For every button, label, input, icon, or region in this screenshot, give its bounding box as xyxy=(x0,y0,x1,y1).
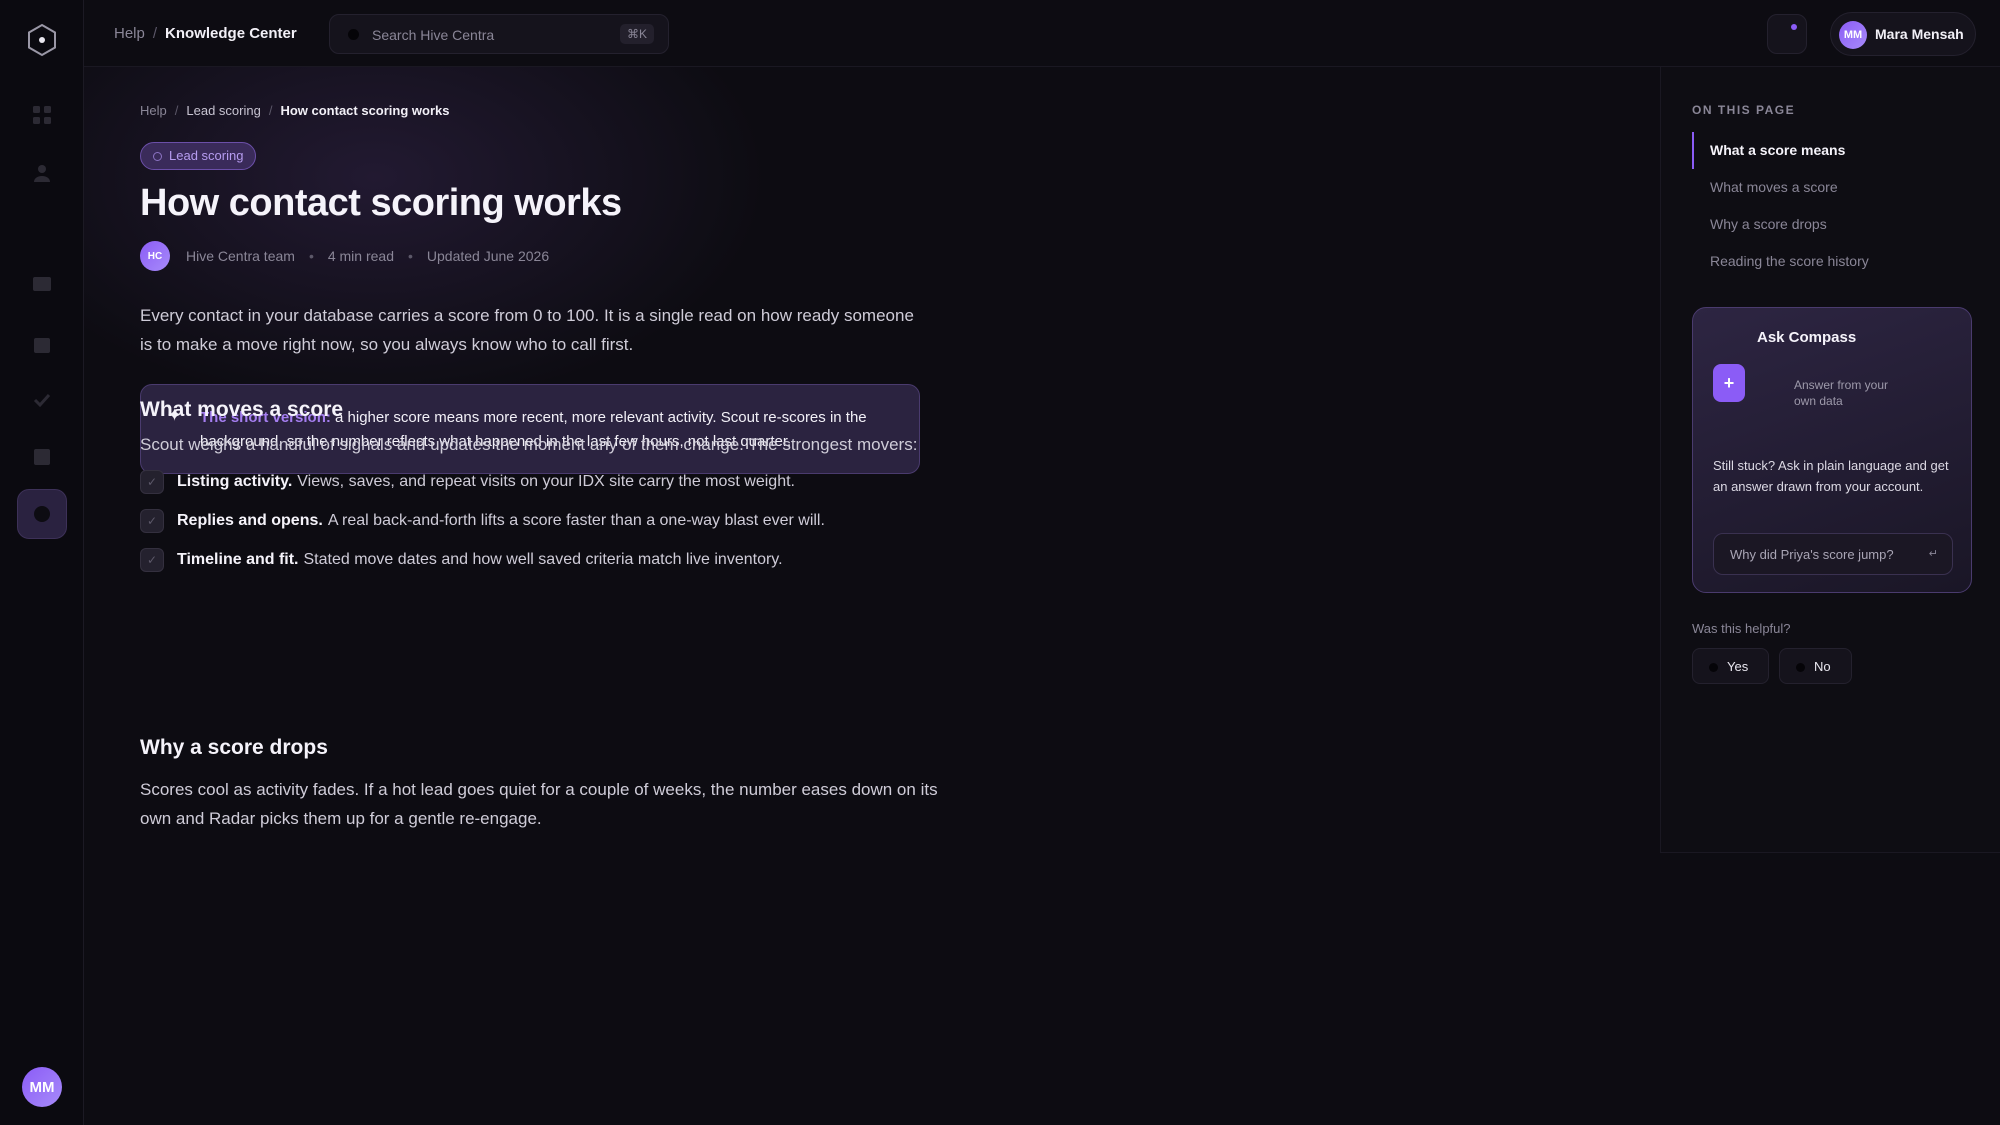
breadcrumb-lead-scoring[interactable]: Lead scoring xyxy=(186,103,260,118)
top-crumb-current: Knowledge Center xyxy=(165,25,297,42)
thumbs-down-icon xyxy=(1796,663,1805,672)
list-item: ✓ Timeline and fit. Stated move dates an… xyxy=(140,547,783,573)
section-heading-why-drops: Why a score drops xyxy=(140,736,328,759)
article-main: Help / Lead scoring / How contact scoring wo… xyxy=(84,67,1660,1125)
inbox-icon[interactable] xyxy=(30,272,54,296)
check-icon: ✓ xyxy=(140,470,164,494)
help-icon xyxy=(34,506,50,522)
toc-item-reading-the-score-history[interactable]: Reading the score history xyxy=(1692,243,1972,280)
section-heading-what-moves: What moves a score xyxy=(140,398,344,421)
list-item: ✓ Listing activity. Views, saves, and re… xyxy=(140,469,795,495)
toc-item-what-a-score-means[interactable]: What a score means xyxy=(1692,132,1972,169)
breadcrumb-help[interactable]: Help xyxy=(140,103,167,118)
check-icon: ✓ xyxy=(140,509,164,533)
tasks-icon[interactable] xyxy=(30,388,54,412)
section-why-drops-body: Scores cool as activity fades. If a hot … xyxy=(140,780,938,828)
search-shortcut: ⌘K xyxy=(619,24,654,44)
toc-item-why-a-score-drops[interactable]: Why a score drops xyxy=(1692,206,1972,243)
list-item: ✓ Replies and opens. A real back-and-for… xyxy=(140,508,825,534)
ask-compass-input[interactable]: Why did Priya's score jump? ↵ xyxy=(1713,533,1953,575)
table-of-contents: What a score means What moves a score Wh… xyxy=(1692,132,1972,280)
author-name: Hive Centra team xyxy=(186,248,295,264)
author-avatar: HC xyxy=(140,241,170,271)
feedback-no-label: No xyxy=(1814,658,1831,674)
page-title: How contact scoring works xyxy=(140,182,622,224)
avatar: MM xyxy=(1839,21,1867,49)
right-panel: ON THIS PAGE What a score means What mov… xyxy=(1660,67,2000,853)
list-item-text: Views, saves, and repeat visits on your … xyxy=(297,473,795,490)
tag-icon xyxy=(153,152,162,161)
top-bar: Help / Knowledge Center Search Hive Centra… xyxy=(84,0,2000,67)
toc-item-what-moves-a-score[interactable]: What moves a score xyxy=(1692,169,1972,206)
updated-date: Updated June 2026 xyxy=(426,248,550,264)
ask-compass-subtitle: Answer from your own data xyxy=(1794,378,1889,408)
ask-compass-card: Ask Compass + Answer from your own data … xyxy=(1692,307,1972,593)
byline-separator: • xyxy=(408,248,413,264)
left-rail: MM xyxy=(0,0,84,1125)
byline-separator: • xyxy=(308,248,314,264)
notification-dot-icon xyxy=(1791,24,1797,30)
category-tag[interactable]: Lead scoring xyxy=(140,142,257,170)
breadcrumb-current: How contact scoring works xyxy=(280,103,450,118)
user-name: Mara Mensah xyxy=(1875,26,1964,42)
list-item-title: Replies and opens. xyxy=(177,512,323,529)
calendar-icon[interactable] xyxy=(30,333,54,357)
user-menu[interactable]: MM Mara Mensah xyxy=(1830,12,1976,56)
logo-icon[interactable] xyxy=(24,22,60,58)
feedback-yes-button[interactable]: Yes xyxy=(1692,648,1769,684)
feedback-no-button[interactable]: No xyxy=(1779,648,1852,684)
intro-paragraph: Every contact in your database carries a… xyxy=(140,306,914,354)
reports-icon[interactable] xyxy=(30,445,54,469)
list-item-title: Timeline and fit. xyxy=(177,551,299,568)
check-icon: ✓ xyxy=(140,548,164,572)
rail-avatar[interactable]: MM xyxy=(22,1067,62,1107)
ask-compass-placeholder: Why did Priya's score jump? xyxy=(1730,547,1894,562)
on-this-page-label: ON THIS PAGE xyxy=(1692,103,1796,117)
notifications-button[interactable] xyxy=(1767,14,1807,54)
top-crumb-help[interactable]: Help xyxy=(114,25,145,42)
section-what-moves-intro: Scout weighs a handful of signals and up… xyxy=(140,435,918,454)
byline: HC Hive Centra team • 4 min read • Updat… xyxy=(140,241,549,271)
tag-label: Lead scoring xyxy=(169,148,244,163)
top-breadcrumb: Help / Knowledge Center xyxy=(114,25,297,42)
helpful-prompt: Was this helpful? xyxy=(1692,621,1791,636)
thumbs-up-icon xyxy=(1709,663,1718,672)
list-item-text: Stated move dates and how well saved cri… xyxy=(303,551,783,568)
search-placeholder: Search Hive Centra xyxy=(372,27,495,43)
list-item-text: A real back-and-forth lifts a score fast… xyxy=(327,512,825,529)
list-item-title: Listing activity. xyxy=(177,473,293,490)
ask-compass-title: Ask Compass xyxy=(1757,329,1857,346)
search-icon xyxy=(348,29,359,40)
ask-compass-description: Still stuck? Ask in plain language and g… xyxy=(1713,458,1949,494)
breadcrumb: Help / Lead scoring / How contact scoring wo… xyxy=(140,103,450,118)
feedback-yes-label: Yes xyxy=(1727,658,1749,674)
send-icon[interactable]: ↵ xyxy=(1929,547,1938,560)
help-nav-button[interactable] xyxy=(17,489,67,539)
grid-icon[interactable] xyxy=(30,103,54,127)
search-input[interactable]: Search Hive Centra ⌘K xyxy=(329,14,669,54)
contacts-icon[interactable] xyxy=(30,161,54,185)
compass-plus-icon: + xyxy=(1713,364,1745,402)
read-time: 4 min read xyxy=(327,248,394,264)
